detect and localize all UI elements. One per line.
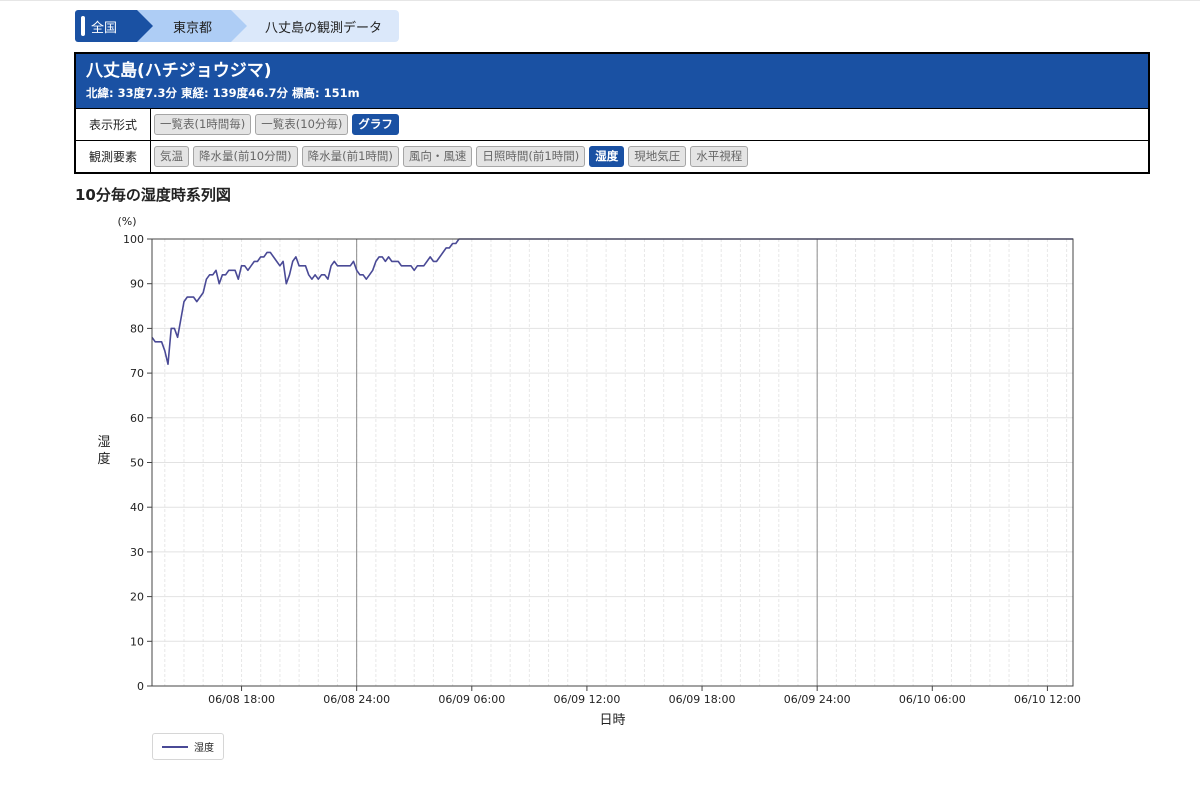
y-tick-label: 100 [123,233,144,246]
y-tick-label: 90 [130,278,144,291]
y-tick-label: 80 [130,322,144,335]
humidity-chart: 0 10 20 30 40 50 60 70 80 90 100 (%) 06/08 18:00 06/0… [97,215,1081,728]
x-tick-label: 06/09 06:00 [438,693,505,706]
y-tick-label: 50 [130,457,144,470]
y-tick-label: 40 [130,501,144,514]
chart-legend[interactable]: 湿度 [152,733,224,760]
x-tick-label: 06/10 06:00 [899,693,966,706]
y-unit-label: (%) [117,215,136,228]
series-line-humidity [151,238,1073,365]
y-tick-label: 70 [130,367,144,380]
x-tick-label: 06/10 12:00 [1014,693,1081,706]
y-tick-label: 10 [130,635,144,648]
y-axis-label: 湿度 [97,435,110,467]
legend-swatch [162,745,188,748]
y-tick-label: 60 [130,412,144,425]
legend-label: 湿度 [194,743,214,754]
y-tick-label: 30 [130,546,144,559]
x-tick-label: 06/08 24:00 [323,693,390,706]
x-tick-label: 06/09 18:00 [669,693,736,706]
y-tick-label: 0 [137,680,144,693]
x-tick-label: 06/08 18:00 [208,693,275,706]
x-axis-label: 日時 [599,713,625,728]
y-tick-label: 20 [130,591,144,604]
x-tick-label: 06/09 12:00 [553,693,620,706]
x-tick-label: 06/09 24:00 [784,693,851,706]
